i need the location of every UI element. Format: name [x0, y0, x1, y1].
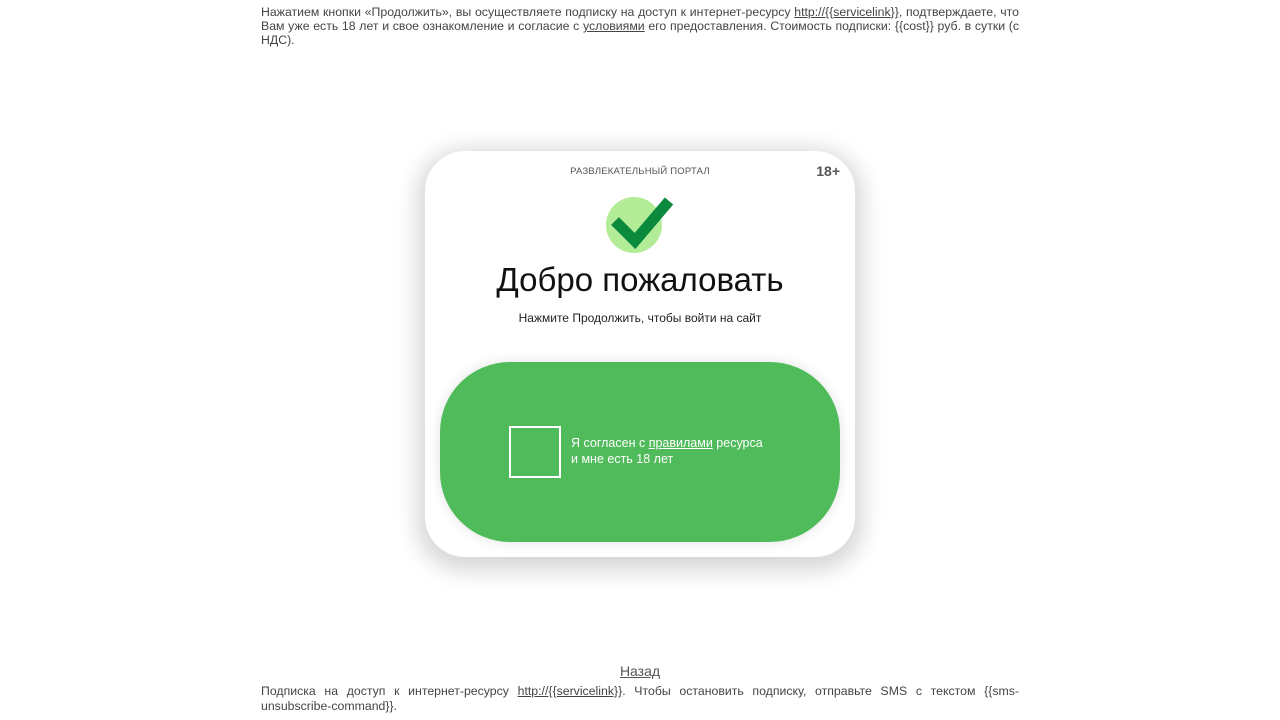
rules-link[interactable]: правилами	[649, 436, 713, 450]
agree-age-line: и мне есть 18 лет	[571, 452, 674, 466]
checkmark-icon	[606, 197, 674, 253]
agree-checkbox[interactable]	[509, 426, 561, 478]
welcome-subtitle: Нажмите Продолжить, чтобы войти на сайт	[518, 311, 762, 325]
bottom-service-link[interactable]: http://{{servicelink}}	[518, 684, 623, 698]
welcome-card: РАЗВЛЕКАТЕЛЬНЫЙ ПОРТАЛ 18+ Добро пожалов…	[425, 151, 855, 557]
bottom-note-text-1: Подписка на доступ к интернет-ресурсу	[261, 684, 518, 698]
disclaimer-text-1: Нажатием кнопки «Продолжить», вы осущест…	[261, 5, 795, 19]
portal-label: РАЗВЛЕКАТЕЛЬНЫЙ ПОРТАЛ	[570, 166, 710, 177]
service-link[interactable]: http://{{servicelink}}	[794, 5, 899, 19]
agree-suffix: ресурса	[712, 436, 763, 450]
agree-prefix: Я согласен с	[571, 436, 649, 450]
terms-link[interactable]: условиями	[583, 19, 645, 33]
welcome-title: Добро пожаловать	[496, 261, 784, 298]
top-disclaimer: Нажатием кнопки «Продолжить», вы осущест…	[261, 5, 1019, 47]
back-link-container: Назад	[0, 663, 1280, 679]
age-badge: 18+	[816, 163, 840, 179]
agree-label: Я согласен с правилами ресурса и мне ест…	[571, 435, 811, 467]
continue-button[interactable]: Я согласен с правилами ресурса и мне ест…	[440, 362, 840, 542]
back-link[interactable]: Назад	[620, 663, 660, 679]
bottom-note: Подписка на доступ к интернет-ресурсу ht…	[261, 684, 1019, 714]
